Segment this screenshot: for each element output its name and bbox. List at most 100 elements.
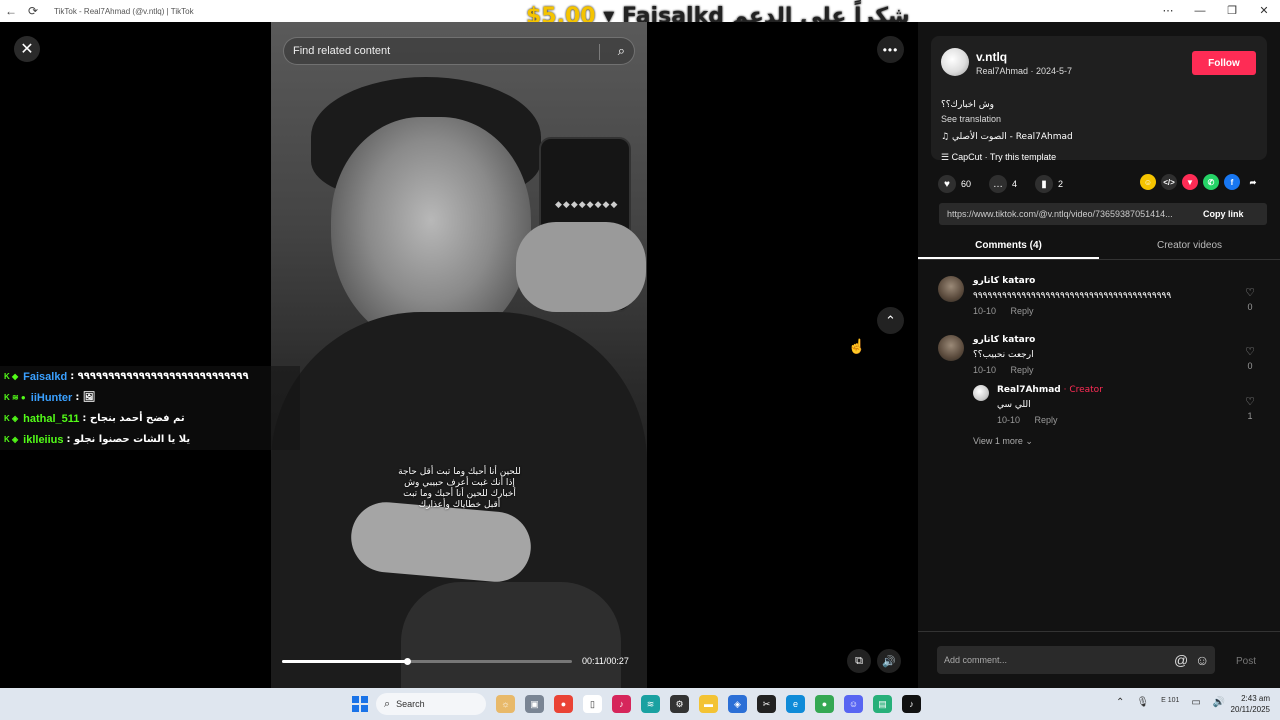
comment-text: ٩٩٩٩٩٩٩٩٩٩٩٩٩٩٩٩٩٩٩٩٩٩٩٩٩٩٩٩٩٩٩٩٩٩٩٩٩٩٩٩…	[973, 291, 1172, 301]
reply-button[interactable]: Reply	[1035, 415, 1058, 425]
volume-icon[interactable]: 🔊	[877, 649, 901, 673]
video-link-row: https://www.tiktok.com/@v.ntlq/video/736…	[939, 203, 1267, 225]
close-window-icon[interactable]: ✕	[1248, 0, 1280, 22]
author-subline: Real7Ahmad · 2024-5-7	[976, 66, 1073, 76]
comment-icon[interactable]: …	[989, 175, 1008, 193]
comment-text: ارجعت نحبيب؟؟	[973, 350, 1034, 360]
video-details-panel: v.ntlq Real7Ahmad · 2024-5-7 Follow وش ا…	[918, 22, 1280, 688]
engagement-stats: ♥ 60 … 4 ▮ 2	[938, 174, 1081, 194]
chat-badges: K ◈	[4, 414, 19, 423]
reply-button[interactable]: Reply	[1011, 365, 1034, 375]
tab-creator-videos[interactable]: Creator videos	[1099, 234, 1280, 259]
emoji-icon[interactable]: ☺	[1195, 652, 1209, 668]
copy-link-button[interactable]: Copy link	[1203, 209, 1244, 219]
comment-like-icon[interactable]: ♡	[1242, 345, 1258, 358]
like-icon[interactable]: ♥	[938, 175, 956, 193]
chat-text: : تم فضح أحمد بنجاح	[82, 413, 185, 424]
progress-fill	[282, 660, 407, 663]
capcut-icon[interactable]: ✂	[757, 695, 776, 713]
bookmark-icon[interactable]: ▮	[1035, 175, 1054, 193]
reply-comment-item: Real7Ahmad · Creator اللي سي 10-10 Reply…	[973, 385, 1268, 425]
follow-button[interactable]: Follow	[1192, 51, 1256, 75]
window-controls: ⋯ — ❐ ✕	[1152, 0, 1280, 22]
mouse-cursor-icon: ☝	[848, 338, 866, 354]
widgets-icon[interactable]: ☼	[496, 695, 515, 713]
search-input[interactable]: Find related content ⌕	[283, 37, 635, 65]
close-video-button[interactable]: ✕	[14, 36, 40, 62]
share-arrow-icon[interactable]: ➦	[1245, 174, 1261, 190]
author-username[interactable]: v.ntlq	[976, 50, 1007, 64]
facebook-icon[interactable]: f	[1224, 174, 1240, 190]
music-link[interactable]: ♫ الصوت الأصلي - Real7Ahmad	[941, 132, 1073, 142]
tray-overflow-icon[interactable]: ⌃	[1116, 697, 1124, 708]
previous-video-button[interactable]: ⌃	[877, 307, 904, 334]
video-progress-bar[interactable]	[282, 658, 572, 665]
taskbar-search[interactable]: ⌕ Search	[376, 693, 486, 715]
tab-comments[interactable]: Comments (4)	[918, 234, 1099, 259]
comment-tabs: Comments (4) Creator videos	[918, 234, 1280, 260]
chat-text: : يلا يا الشات حصنوا نجلو	[66, 434, 191, 445]
edge-icon[interactable]: e	[786, 695, 805, 713]
comment-input[interactable]: Add comment... @ ☺	[937, 646, 1215, 674]
tiktok-studio-icon[interactable]: ♪	[612, 695, 631, 713]
video-link-url[interactable]: https://www.tiktok.com/@v.ntlq/video/736…	[947, 209, 1193, 219]
view-more-replies[interactable]: View 1 more ⌄	[973, 436, 1033, 447]
embed-icon[interactable]: </>	[1161, 174, 1177, 190]
chrome-icon[interactable]: ●	[554, 695, 573, 713]
reply-like-icon[interactable]: ♡	[1242, 395, 1258, 408]
friends-share-icon[interactable]: ☺	[1140, 174, 1156, 190]
chat-badges: K ◈	[4, 435, 19, 444]
comment-meta: 10-10 Reply	[973, 306, 1034, 316]
chat-message: K ◈ iklleiius : يلا يا الشات حصنوا نجلو	[0, 429, 300, 450]
video-frame[interactable]: ◆◆◆◆◆◆◆◆ للحين أنا أحبك وما تبت أقل حاجة…	[271, 22, 647, 688]
send-icon[interactable]: ▼	[1182, 174, 1198, 190]
post-button[interactable]: Post	[1236, 656, 1256, 667]
comment-like-count: 0	[1247, 361, 1253, 371]
comment-date: 10-10	[973, 365, 997, 375]
keyboard-language-icon[interactable]: E 101	[1161, 697, 1179, 708]
comment-like-icon[interactable]: ♡	[1242, 286, 1258, 299]
author-avatar[interactable]	[941, 48, 969, 76]
menu-icon[interactable]: ⋯	[1152, 0, 1184, 22]
like-count: 60	[961, 179, 972, 189]
see-translation-link[interactable]: See translation	[941, 114, 1001, 124]
commenter-name[interactable]: كاتارو kataro	[973, 335, 1035, 345]
restore-icon[interactable]: ❐	[1216, 0, 1248, 22]
reload-icon[interactable]: ⟳	[22, 0, 44, 22]
search-icon[interactable]: ⌕	[618, 43, 625, 59]
video-caption: للحين أنا أحبك وما تبت أقل حاجة إذا أنك …	[398, 467, 521, 510]
windows-start-icon[interactable]	[352, 696, 368, 712]
discord-icon[interactable]: ☺	[844, 695, 863, 713]
creator-avatar[interactable]	[973, 385, 989, 401]
creator-name[interactable]: Real7Ahmad · Creator	[997, 385, 1103, 395]
tiktok-icon[interactable]: ♪	[902, 695, 921, 713]
task-view-icon[interactable]: ▣	[525, 695, 544, 713]
network-icon[interactable]: ▭	[1191, 697, 1200, 708]
commenter-name[interactable]: كاتارو kataro	[973, 276, 1035, 286]
minimize-icon[interactable]: —	[1184, 0, 1216, 22]
whatsapp-icon[interactable]: ✆	[1203, 174, 1219, 190]
commenter-avatar[interactable]	[938, 335, 964, 361]
capcut-template-link[interactable]: ☰ CapCut · Try this template	[941, 152, 1056, 163]
mention-icon[interactable]: @	[1174, 652, 1188, 668]
reply-text: اللي سي	[997, 400, 1031, 410]
app-icon[interactable]: ≋	[641, 695, 660, 713]
chat-username: hathal_511	[23, 412, 80, 425]
file-explorer-icon[interactable]: ▬	[699, 695, 718, 713]
more-options-button[interactable]: •••	[877, 36, 904, 63]
microphone-icon[interactable]: 🎙	[1136, 697, 1149, 708]
clock-time: 2:43 am	[1241, 694, 1270, 703]
file-icon[interactable]: ▯	[583, 695, 602, 713]
back-icon[interactable]: ←	[0, 0, 22, 22]
reply-like-count: 1	[1247, 411, 1253, 421]
chat-badges: K ◆	[4, 372, 19, 381]
reply-button[interactable]: Reply	[1011, 306, 1034, 316]
settings-icon[interactable]: ⚙	[670, 695, 689, 713]
commenter-avatar[interactable]	[938, 276, 964, 302]
progress-handle[interactable]	[403, 658, 411, 665]
chrome-alt-icon[interactable]: ●	[815, 695, 834, 713]
store-icon[interactable]: ◈	[728, 695, 747, 713]
floating-player-icon[interactable]: ⧉	[847, 649, 871, 673]
kick-icon[interactable]: ▤	[873, 695, 892, 713]
system-clock[interactable]: 2:43 am 20/11/2025	[1220, 693, 1270, 715]
